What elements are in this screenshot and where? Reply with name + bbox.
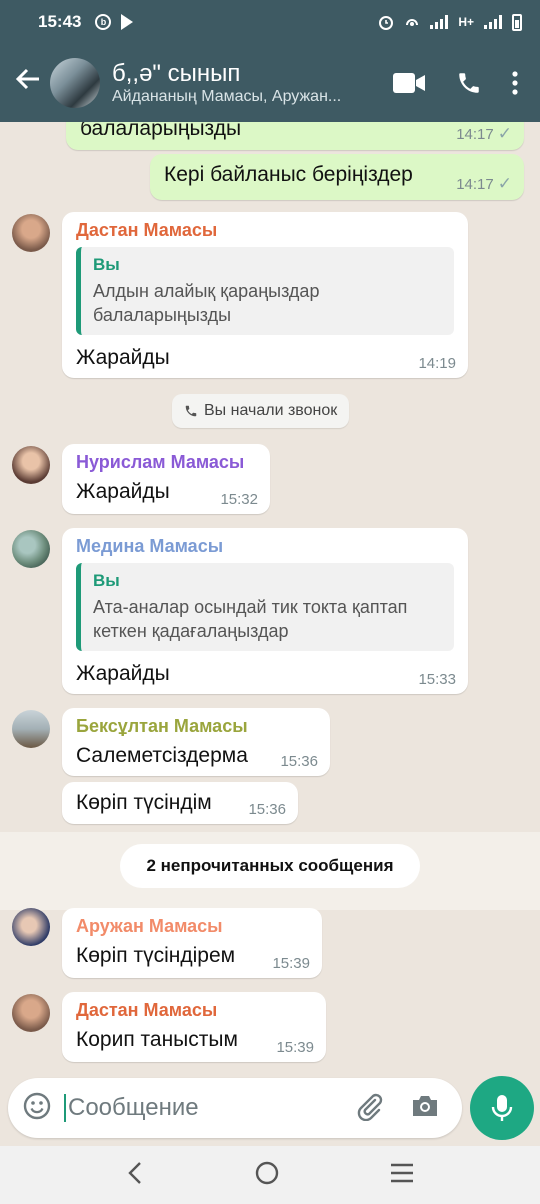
message-time: 15:32 (220, 491, 258, 508)
camera-icon[interactable] (410, 1093, 440, 1124)
signal-icon (430, 15, 449, 29)
avatar[interactable] (12, 710, 50, 748)
system-nav-bar (0, 1146, 540, 1204)
emoji-icon[interactable] (22, 1091, 52, 1126)
mic-icon (491, 1095, 513, 1121)
read-check-icon: ✓ (497, 174, 512, 193)
play-store-icon (121, 14, 134, 30)
sender-name: Бексұлтан Мамасы (76, 716, 248, 736)
sender-name: Медина Мамасы (76, 536, 224, 556)
nav-recents-icon[interactable] (389, 1162, 415, 1189)
alarm-icon (379, 16, 394, 30)
incoming-message[interactable]: Аружан Мамасы Көріп түсіндірем 15:39 (62, 908, 322, 978)
mic-button[interactable] (470, 1076, 534, 1140)
message-text: Кері байланыс беріңіздер (164, 163, 413, 186)
message-input[interactable] (64, 1094, 344, 1122)
quote-author: Вы (93, 255, 120, 274)
message-composer (8, 1078, 462, 1138)
more-vert-icon[interactable] (512, 71, 518, 95)
read-check-icon: ✓ (497, 124, 512, 143)
message-time: 15:39 (272, 955, 310, 972)
network-type-label: H+ (458, 15, 474, 29)
chat-area[interactable]: балаларыңызды 14:17 ✓ Кері байланыс берің… (0, 122, 540, 1076)
message-time: 15:36 (248, 801, 286, 818)
message-text: Жарайды (76, 662, 170, 685)
hotspot-icon (406, 19, 419, 26)
sender-name: Дастан Мамасы (76, 1000, 218, 1020)
quote-author: Вы (93, 571, 120, 590)
message-text: Жарайды (76, 346, 170, 369)
attach-icon[interactable] (354, 1091, 384, 1126)
message-time: 14:17 ✓ (456, 124, 512, 143)
avatar[interactable] (12, 994, 50, 1032)
message-time: 15:36 (280, 753, 318, 770)
sender-name: Дастан Мамасы (76, 220, 218, 240)
call-started-notice: Вы начали звонок (172, 394, 350, 428)
status-bar: 15:43 b H+ (0, 0, 540, 44)
system-text: Вы начали звонок (204, 402, 338, 419)
nav-home-icon[interactable] (254, 1160, 280, 1191)
b-circle-icon: b (95, 14, 112, 30)
incoming-message[interactable]: Бексұлтан Мамасы Салеметсіздерма 15:36 (62, 708, 330, 776)
avatar[interactable] (12, 908, 50, 946)
quote-text: Алдын алайық қараңыздар балаларыңызды (93, 281, 320, 325)
avatar[interactable] (12, 530, 50, 568)
unread-count-badge: 2 непрочитанных сообщения (120, 844, 420, 888)
group-members: Айдананың Мамасы, Аружан... (112, 88, 342, 105)
message-text: балаларыңызды (80, 122, 242, 140)
incoming-message[interactable]: Нурислам Мамасы Жарайды 15:32 (62, 444, 270, 514)
message-time: 14:17 ✓ (456, 174, 512, 193)
signal-icon (484, 15, 502, 29)
group-title: б,,ә" сынып (112, 60, 241, 87)
quote-text: Ата-аналар осындай тик токта қаптап кетк… (93, 597, 408, 641)
message-time: 14:19 (418, 355, 456, 372)
incoming-message[interactable]: Көріп түсіндім 15:36 (62, 782, 298, 824)
group-avatar[interactable] (50, 58, 100, 108)
outgoing-message[interactable]: Кері байланыс беріңіздер 14:17 ✓ (150, 154, 524, 200)
outgoing-message[interactable]: балаларыңызды 14:17 ✓ (66, 122, 524, 150)
message-time: 15:33 (418, 671, 456, 688)
phone-icon[interactable] (456, 70, 482, 96)
incoming-message[interactable]: Дастан Мамасы Вы Алдын алайық қараңыздар… (62, 212, 468, 378)
video-call-icon[interactable] (392, 72, 426, 94)
nav-back-icon[interactable] (125, 1161, 145, 1190)
sender-name: Нурислам Мамасы (76, 452, 245, 472)
avatar[interactable] (12, 446, 50, 484)
message-time: 15:39 (276, 1039, 314, 1056)
phone-icon (185, 405, 197, 417)
chat-header: б,,ә" сынып Айдананың Мамасы, Аружан... (0, 44, 540, 122)
back-arrow-icon[interactable] (8, 66, 48, 100)
quoted-message[interactable]: Вы Алдын алайық қараңыздар балаларыңызды (76, 247, 454, 335)
status-time: 15:43 (38, 12, 82, 31)
incoming-message[interactable]: Медина Мамасы Вы Ата-аналар осындай тик … (62, 528, 468, 694)
incoming-message[interactable]: Дастан Мамасы Корип таныстым 15:39 (62, 992, 326, 1062)
chat-title-block[interactable]: б,,ә" сынып Айдананың Мамасы, Аружан... (112, 60, 372, 106)
quoted-message[interactable]: Вы Ата-аналар осындай тик токта қаптап к… (76, 563, 454, 651)
sender-name: Аружан Мамасы (76, 916, 223, 936)
battery-icon (512, 13, 522, 31)
avatar[interactable] (12, 214, 50, 252)
